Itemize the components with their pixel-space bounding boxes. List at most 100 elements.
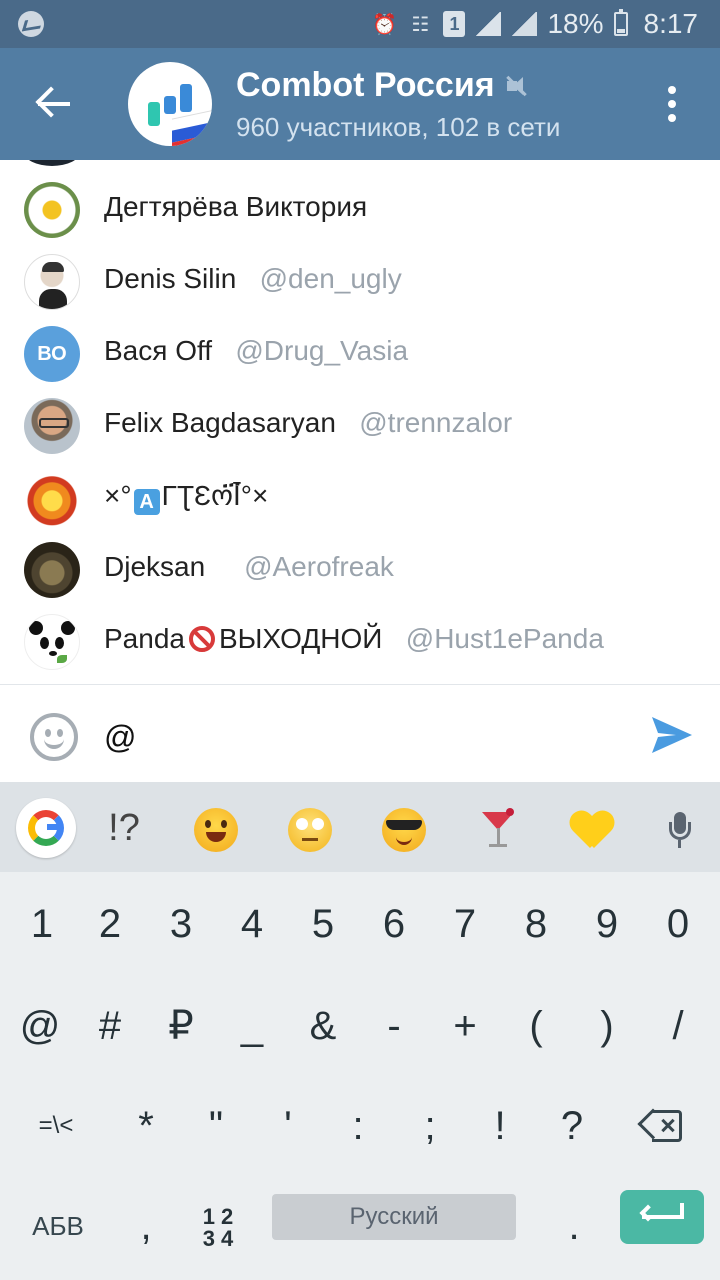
key-hash[interactable]: # xyxy=(74,976,146,1076)
sunglasses-face-icon xyxy=(382,807,426,852)
more-menu-button[interactable] xyxy=(660,84,684,124)
mention-item[interactable]: ×° A ΓƮƐოĪ፝°× xyxy=(0,462,720,534)
key-5[interactable]: 5 xyxy=(287,874,359,974)
cocktail-icon xyxy=(480,807,516,852)
abc-key[interactable]: АБВ xyxy=(20,1176,96,1276)
send-button[interactable] xyxy=(650,715,694,755)
a-button-emoji: A xyxy=(133,489,160,515)
avatar xyxy=(24,470,80,526)
key-close-paren[interactable]: ) xyxy=(571,976,643,1076)
key-8[interactable]: 8 xyxy=(500,874,572,974)
mention-suggestions: Дегтярёва Виктория Denis Silin @den_ugly… xyxy=(0,160,720,684)
status-icons: ⏰ ☷ 1 18% 8:17 xyxy=(371,8,698,40)
avatar xyxy=(24,614,80,670)
keyboard: !? 1 2 3 4 5 6 7 8 9 0 @ # ₽ _ & - + ( )… xyxy=(0,782,720,1280)
key-asterisk[interactable]: * xyxy=(110,1076,182,1176)
emoji-button[interactable] xyxy=(30,713,78,761)
signal-icon xyxy=(475,12,502,36)
mention-item[interactable]: Djeksan @Aerofreak xyxy=(0,534,720,606)
key-double-quote[interactable]: " xyxy=(180,1076,252,1176)
chat-header: Combot Россия 960 участников, 102 в сети xyxy=(0,48,720,160)
key-exclamation[interactable]: ! xyxy=(464,1076,536,1176)
key-2[interactable]: 2 xyxy=(74,874,146,974)
key-0[interactable]: 0 xyxy=(642,874,714,974)
microphone-icon xyxy=(668,810,692,850)
key-6[interactable]: 6 xyxy=(358,874,430,974)
member-name-suffix: ВЫХОДНОЙ xyxy=(218,623,383,654)
avatar xyxy=(24,254,80,310)
more-symbols-key[interactable]: =\< xyxy=(20,1076,92,1176)
member-username: @Aerofreak xyxy=(244,551,394,582)
space-bar[interactable]: Русский xyxy=(272,1194,516,1240)
eye-roll-emoji-key[interactable] xyxy=(280,802,340,854)
key-1[interactable]: 1 xyxy=(6,874,78,974)
key-semicolon[interactable]: ; xyxy=(394,1076,466,1176)
key-slash[interactable]: / xyxy=(642,976,714,1076)
mention-item[interactable]: Denis Silin @den_ugly xyxy=(0,246,720,318)
member-name-prefix: ×° xyxy=(104,480,132,511)
mention-item[interactable]: Дегтярёва Виктория xyxy=(0,174,720,246)
grinning-emoji-key[interactable] xyxy=(186,802,246,854)
group-avatar[interactable] xyxy=(128,62,212,146)
chat-title[interactable]: Combot Россия xyxy=(236,66,527,105)
avatar xyxy=(24,542,80,598)
member-name-suffix: ΓƮƐოĪ፝°× xyxy=(161,480,269,511)
member-name-prefix: Panda xyxy=(104,623,185,654)
member-name: Дегтярёва Виктория xyxy=(104,191,368,222)
key-ruble[interactable]: ₽ xyxy=(145,976,217,1076)
yellow-heart-icon xyxy=(570,810,614,850)
key-period[interactable]: . xyxy=(538,1176,610,1276)
key-3[interactable]: 3 xyxy=(145,874,217,974)
member-username: @den_ugly xyxy=(259,263,402,294)
key-plus[interactable]: + xyxy=(429,976,501,1076)
symbol-row-1: @ # ₽ _ & - + ( ) / xyxy=(0,976,720,1076)
symbols-suggestion[interactable]: !? xyxy=(94,802,154,854)
member-name: Denis Silin xyxy=(104,263,237,294)
key-7[interactable]: 7 xyxy=(429,874,501,974)
voice-input-button[interactable] xyxy=(650,802,710,854)
signal-strength-icon xyxy=(511,12,538,36)
muted-icon xyxy=(505,75,527,97)
alarm-icon: ⏰ xyxy=(372,13,397,36)
message-input[interactable] xyxy=(104,715,624,759)
no-entry-emoji xyxy=(188,626,215,652)
avatar xyxy=(24,398,80,454)
key-9[interactable]: 9 xyxy=(571,874,643,974)
sim-icon: 1 xyxy=(443,11,466,37)
grinning-face-icon xyxy=(194,807,238,852)
backspace-key[interactable] xyxy=(637,1108,682,1142)
member-username: @Drug_Vasia xyxy=(235,335,409,366)
key-colon[interactable]: : xyxy=(322,1076,394,1176)
mention-item[interactable]: Felix Bagdasaryan @trennzalor xyxy=(0,390,720,462)
google-button[interactable] xyxy=(16,798,76,858)
key-open-paren[interactable]: ( xyxy=(500,976,572,1076)
mention-item[interactable]: Panda ВЫХОДНОЙ @Hust1ePanda xyxy=(0,606,720,678)
sunglasses-emoji-key[interactable] xyxy=(374,802,434,854)
member-username: @Hust1ePanda xyxy=(405,623,604,654)
bottom-row: АБВ , 1 2 3 4 Русский . xyxy=(0,1176,720,1276)
mention-item[interactable]: ВО Вася Off @Drug_Vasia xyxy=(0,318,720,390)
key-underscore[interactable]: _ xyxy=(216,976,288,1076)
key-single-quote[interactable]: ' xyxy=(252,1076,324,1176)
back-button[interactable] xyxy=(28,84,80,124)
key-comma[interactable]: , xyxy=(110,1176,182,1276)
number-row: 1 2 3 4 5 6 7 8 9 0 xyxy=(0,874,720,974)
key-at[interactable]: @ xyxy=(4,976,76,1076)
symbol-row-2: =\< * " ' : ; ! ? xyxy=(0,1076,720,1176)
battery-icon xyxy=(613,9,628,36)
cocktail-emoji-key[interactable] xyxy=(468,802,528,854)
key-4[interactable]: 4 xyxy=(216,874,288,974)
avatar: ВО xyxy=(24,326,80,382)
key-question[interactable]: ? xyxy=(536,1076,608,1176)
member-name: Djeksan xyxy=(104,551,206,582)
numpad-key[interactable]: 1 2 3 4 xyxy=(182,1176,254,1276)
key-minus[interactable]: - xyxy=(358,976,430,1076)
messenger-notification-icon xyxy=(18,11,44,37)
key-ampersand[interactable]: & xyxy=(287,976,359,1076)
heart-emoji-key[interactable] xyxy=(562,802,622,854)
enter-key[interactable] xyxy=(620,1190,704,1244)
chat-title-text: Combot Россия xyxy=(236,66,495,104)
eye-roll-face-icon xyxy=(288,807,332,852)
message-composer xyxy=(0,684,720,782)
partial-avatar xyxy=(24,160,80,166)
